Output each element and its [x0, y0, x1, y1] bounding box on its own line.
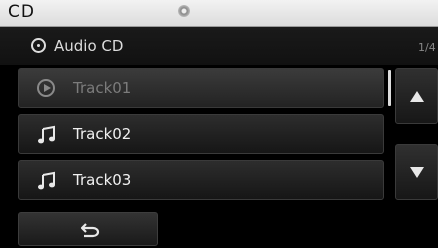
list-scroll-indicator — [388, 70, 391, 106]
track-name: Track02 — [73, 125, 132, 143]
back-button[interactable] — [18, 212, 158, 246]
scroll-up-button[interactable] — [395, 68, 438, 124]
cd-icon — [31, 38, 46, 53]
track-item-1[interactable]: Track01 — [18, 68, 384, 108]
track-name: Track01 — [73, 79, 132, 97]
music-note-icon — [37, 125, 57, 145]
track-name: Track03 — [73, 171, 132, 189]
top-bar: CD — [0, 0, 438, 27]
down-arrow-icon — [410, 167, 424, 178]
source-bar: Audio CD 1/4 — [0, 27, 438, 65]
back-arrow-icon — [80, 221, 100, 239]
page-indicator: 1/4 — [418, 41, 436, 54]
play-circle-icon — [37, 79, 57, 99]
up-arrow-icon — [410, 91, 424, 102]
source-label: Audio CD — [54, 37, 124, 55]
scroll-down-button[interactable] — [395, 144, 438, 200]
disc-indicator-icon — [178, 5, 190, 17]
music-note-icon — [37, 171, 57, 191]
screen-title: CD — [8, 2, 35, 22]
track-item-2[interactable]: Track02 — [18, 114, 384, 154]
track-item-3[interactable]: Track03 — [18, 160, 384, 200]
